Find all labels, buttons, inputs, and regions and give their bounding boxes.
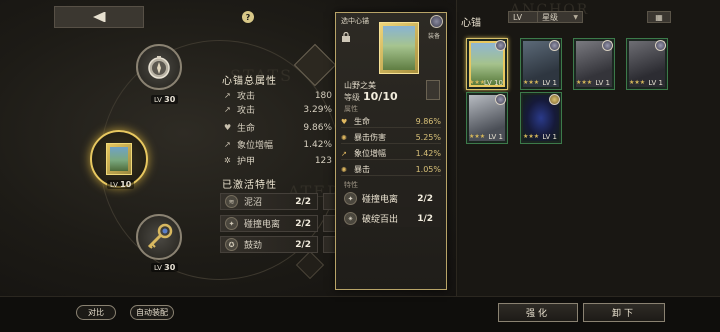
trait-row[interactable]: ≋ 泥沼 2/2 xyxy=(220,193,318,210)
slot-key-level: LV 30 xyxy=(151,263,179,272)
chevron-down-icon: ▼ xyxy=(573,13,578,21)
compass-icon xyxy=(148,56,170,79)
inventory-card[interactable]: ★★★ LV 1 xyxy=(573,38,615,90)
stat-row: ↗ 象位增幅 1.42% xyxy=(224,139,332,152)
detail-attr-row: ♥ 生命 9.86% xyxy=(341,117,441,128)
slot-card-level: LV 10 xyxy=(107,180,135,189)
collision-icon: ✦ xyxy=(225,217,238,230)
inventory-title: 心锚 xyxy=(461,18,481,29)
attr-section-title: 属性 xyxy=(344,105,358,113)
trait-row-partial xyxy=(323,236,335,253)
encourage-icon: ✪ xyxy=(225,238,238,251)
trait-row-partial xyxy=(323,193,335,210)
detail-trait-row[interactable]: ✴ 破绽百出 1/2 xyxy=(341,210,441,227)
upgrade-button[interactable]: 强化 xyxy=(498,303,578,322)
crit-icon: ✺ xyxy=(341,165,347,174)
slot-key[interactable] xyxy=(136,214,182,260)
equipped-label: 装备 xyxy=(428,33,441,40)
unequip-button[interactable]: 卸下 xyxy=(583,303,665,322)
stat-row: ↗ 攻击 180 xyxy=(224,90,332,103)
armor-icon: ✲ xyxy=(224,156,231,165)
equipped-avatar-badge xyxy=(495,94,506,105)
stat-row: ♥ 生命 9.86% xyxy=(224,122,332,135)
detail-attr-row: ✺ 暴击伤害 5.25% xyxy=(341,133,441,144)
landscape-card-icon xyxy=(106,143,132,175)
trait-row-partial xyxy=(323,215,335,232)
equipped-avatar-badge xyxy=(495,40,506,51)
heart-icon: ♥ xyxy=(341,117,348,126)
attack-icon: ↗ xyxy=(224,105,231,114)
amplify-icon: ↗ xyxy=(341,149,347,158)
equipped-character-avatar xyxy=(430,15,443,28)
star-filter-dropdown[interactable]: 星级 ▼ xyxy=(537,11,583,23)
slot-compass-level: LV 30 xyxy=(151,95,179,104)
lock-icon[interactable] xyxy=(341,32,351,42)
equipped-avatar-badge xyxy=(549,94,560,105)
trait-row[interactable]: ✪ 鼓劲 2/2 xyxy=(220,236,318,253)
compare-button[interactable]: 对比 xyxy=(76,305,116,320)
equipped-avatar-badge xyxy=(655,40,666,51)
detail-attr-row: ✺ 暴击 1.05% xyxy=(341,165,441,176)
scroll-icon xyxy=(426,80,440,100)
inventory-card[interactable]: ★★★ LV 1 xyxy=(466,92,508,144)
total-stats-title: 心锚总属性 xyxy=(222,76,277,87)
help-button[interactable]: ? xyxy=(242,11,254,23)
collision-icon: ✦ xyxy=(344,192,357,205)
equipped-avatar-badge xyxy=(549,40,560,51)
detail-trait-row[interactable]: ✦ 碰撞电离 2/2 xyxy=(341,190,441,207)
stat-row: ✲ 护甲 123 xyxy=(224,155,332,168)
anchor-card-art xyxy=(379,22,419,74)
grid-icon: ▦ xyxy=(655,12,663,22)
back-arrow-icon xyxy=(93,12,106,22)
grid-view-button[interactable]: ▦ xyxy=(647,11,671,23)
inventory-card[interactable]: ★★★ LV 1 xyxy=(520,38,562,90)
heart-icon: ♥ xyxy=(224,123,232,132)
equipped-avatar-badge xyxy=(602,40,613,51)
crit-damage-icon: ✺ xyxy=(341,133,347,142)
amplify-icon: ↗ xyxy=(224,140,231,149)
inventory-card[interactable]: ★★★ LV 1 xyxy=(626,38,668,90)
key-icon xyxy=(147,223,173,249)
swamp-icon: ≋ xyxy=(225,195,238,208)
trait-row[interactable]: ✦ 碰撞电离 2/2 xyxy=(220,215,318,232)
stat-row: ↗ 攻击 3.29% xyxy=(224,104,332,117)
slot-compass[interactable] xyxy=(136,44,182,90)
back-button[interactable] xyxy=(54,6,144,28)
anchor-level: 等级 10/10 xyxy=(344,90,398,103)
inventory-card[interactable]: ★★★ LV 10 xyxy=(466,38,508,90)
auto-equip-button[interactable]: 自动装配 xyxy=(130,305,174,320)
trait-section-title: 特性 xyxy=(344,181,358,189)
flaw-icon: ✴ xyxy=(344,212,357,225)
active-traits-title: 已激活特性 xyxy=(222,180,277,191)
inventory-card[interactable]: ★★★ LV 1 xyxy=(520,92,562,144)
attack-icon: ↗ xyxy=(224,91,231,100)
detail-attr-row: ↗ 象位增幅 1.42% xyxy=(341,149,441,160)
